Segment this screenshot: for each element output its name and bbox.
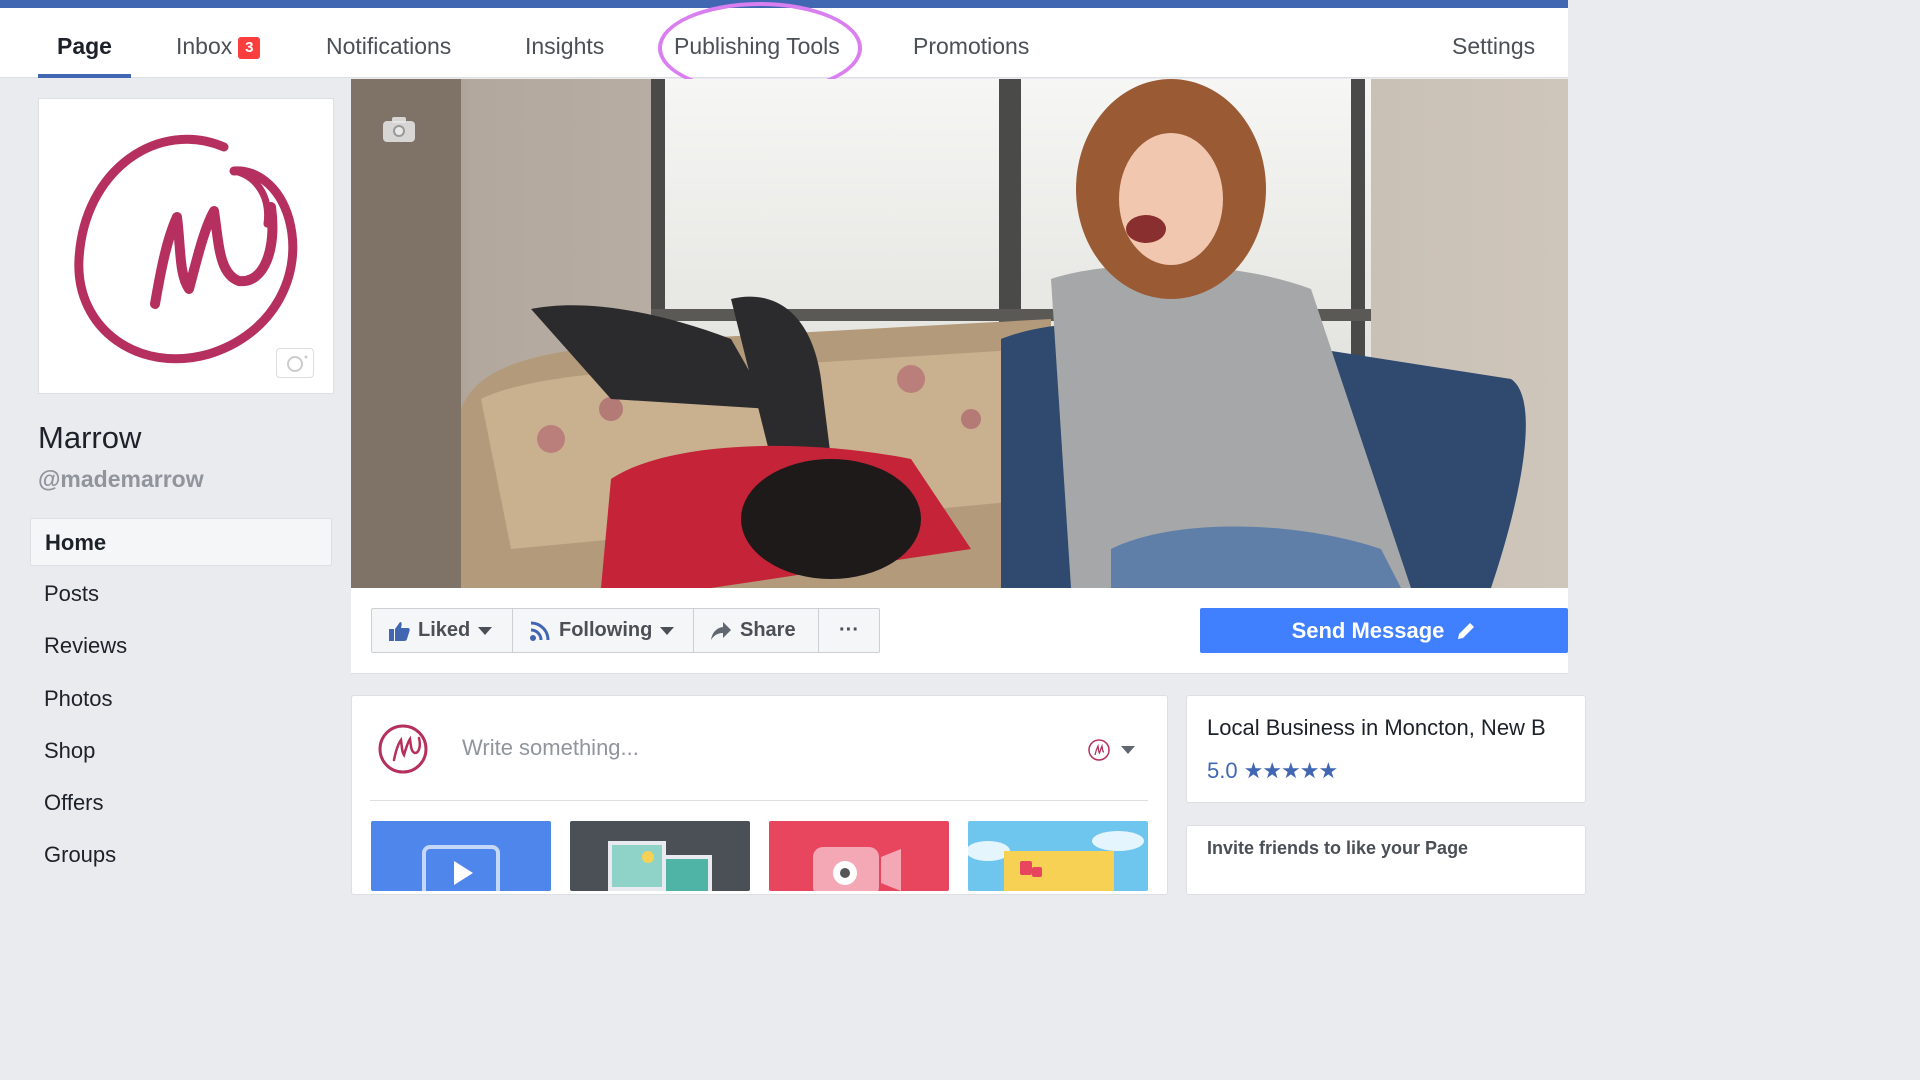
video-play-icon [422,845,500,891]
following-button[interactable]: Following [513,609,694,652]
pencil-icon [1456,621,1476,641]
photo-gallery-icon [608,841,712,891]
more-options-button[interactable]: ··· [819,609,879,652]
tab-inbox-label: Inbox [176,33,233,59]
post-as-caret-icon [1121,746,1135,754]
page-rating[interactable]: 5.0 ★★★★★ [1207,758,1339,784]
tab-notifications[interactable]: Notifications [326,8,451,78]
liked-button[interactable]: Liked [372,609,513,652]
post-as-selector[interactable] [1087,738,1135,762]
video-post-tile[interactable] [371,821,551,891]
tab-publishing-tools[interactable]: Publishing Tools [674,8,840,78]
cover-camera-icon[interactable] [381,114,417,149]
following-label: Following [559,619,653,641]
page-handle[interactable]: @mademarrow [38,466,204,493]
tab-page[interactable]: Page [57,8,112,78]
photo-post-tile[interactable] [570,821,750,891]
invite-friends-title: Invite friends to like your Page [1207,838,1469,858]
rss-feed-icon [529,620,551,642]
tab-inbox[interactable]: Inbox 3 [176,8,261,78]
live-video-tile[interactable] [769,821,949,891]
liked-caret-icon [478,626,493,635]
following-caret-icon [660,626,675,635]
composer-avatar [376,722,430,781]
tab-promotions[interactable]: Promotions [913,8,1029,78]
page-name: Marrow [38,420,142,455]
profile-camera-icon[interactable] [276,348,314,378]
sidebar-item-groups[interactable]: Groups [30,831,332,879]
inbox-count-badge: 3 [238,37,261,59]
write-something-input[interactable] [460,728,1024,768]
sidebar-item-home[interactable]: Home [30,518,332,566]
liked-label: Liked [418,619,471,641]
about-card [1186,695,1586,803]
sidebar-item-shop[interactable]: Shop [30,727,332,775]
invite-card [1186,825,1586,895]
rating-stars-icon: ★★★★★ [1243,758,1339,783]
top-strip [0,0,1568,8]
post-as-avatar-icon [1088,739,1110,761]
active-tab-indicator [38,74,131,78]
tab-settings[interactable]: Settings [1452,8,1535,78]
cover-photo-illustration [351,79,1568,588]
sidebar-item-reviews[interactable]: Reviews [30,622,332,670]
share-arrow-icon [710,621,732,641]
send-message-label: Send Message [1291,617,1445,643]
send-message-button[interactable]: Send Message [1200,608,1568,653]
live-camera-icon [813,847,901,891]
business-category[interactable]: Local Business in Moncton, New B [1207,715,1546,741]
sidebar-item-posts[interactable]: Posts [30,570,332,618]
event-post-tile[interactable] [968,821,1148,891]
share-button[interactable]: Share [694,609,819,652]
sidebar-item-photos[interactable]: Photos [30,675,332,723]
tab-insights[interactable]: Insights [525,8,604,78]
sidebar-item-offers[interactable]: Offers [30,779,332,827]
composer-divider [370,800,1148,801]
thumbs-up-icon [388,620,410,642]
event-calendar-icon [968,831,1144,891]
page-action-buttons: Liked Following Share ··· [371,608,880,653]
share-label: Share [740,619,796,641]
cover-photo[interactable] [351,79,1568,588]
page-nav-bar: Page Inbox 3 Notifications Insights Publi… [0,8,1568,78]
rating-value: 5.0 [1207,758,1238,783]
